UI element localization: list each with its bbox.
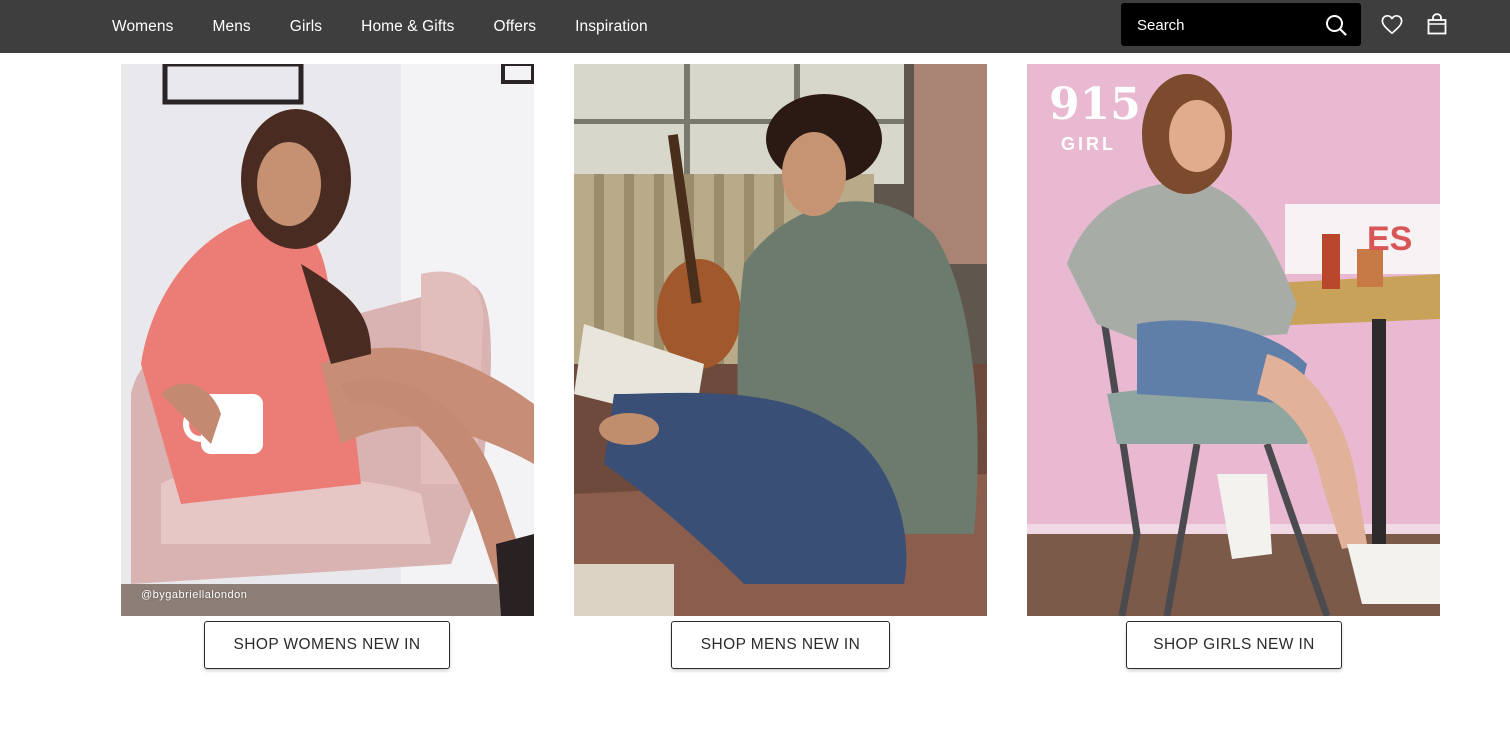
promo-card-girls: ES 915 GIRL New Rules: [1027, 64, 1440, 660]
shop-womens-new-in-button[interactable]: SHOP WOMENS NEW IN: [204, 621, 450, 669]
promo-image-mens[interactable]: [574, 64, 987, 616]
photo-credit: @bygabriellalondon: [141, 589, 248, 601]
nav-mens[interactable]: Mens: [212, 18, 250, 36]
nav-inspiration[interactable]: Inspiration: [575, 18, 648, 36]
promo-image-womens[interactable]: @bygabriellalondon: [121, 64, 534, 616]
nav-womens[interactable]: Womens: [112, 18, 173, 36]
nav-home-gifts[interactable]: Home & Gifts: [361, 18, 454, 36]
search-icon[interactable]: [1325, 14, 1347, 36]
shop-mens-new-in-button[interactable]: SHOP MENS NEW IN: [671, 621, 890, 669]
search-input[interactable]: [1137, 14, 1307, 36]
nav-offers[interactable]: Offers: [494, 18, 537, 36]
top-navigation-bar: Womens Mens Girls Home & Gifts Offers In…: [0, 0, 1510, 53]
heart-icon[interactable]: [1381, 14, 1403, 36]
main-nav: Womens Mens Girls Home & Gifts Offers In…: [112, 0, 687, 53]
promo-card-womens: @bygabriellalondon The New Normal: [121, 64, 534, 660]
shopping-bag-icon[interactable]: [1427, 13, 1447, 35]
brand-logo-915: 915: [1049, 79, 1141, 130]
shop-girls-new-in-button[interactable]: SHOP GIRLS NEW IN: [1126, 621, 1342, 669]
brand-logo-girl: GIRL: [1061, 134, 1116, 154]
search-box: [1121, 3, 1361, 46]
nav-girls[interactable]: Girls: [290, 18, 322, 36]
svg-text:ES: ES: [1367, 220, 1412, 258]
promo-image-girls[interactable]: ES 915 GIRL: [1027, 64, 1440, 616]
promo-card-mens: The Latest: [574, 64, 987, 660]
